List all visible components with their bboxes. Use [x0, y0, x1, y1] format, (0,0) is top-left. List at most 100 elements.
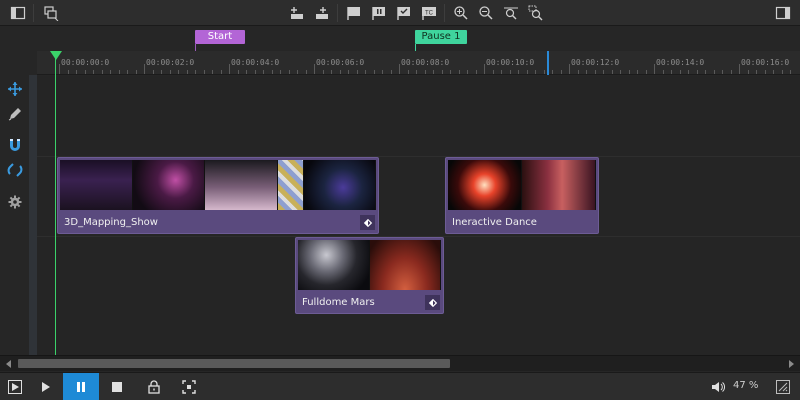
ruler-tick — [84, 70, 86, 74]
ruler-tick — [526, 70, 528, 74]
add-track-icon[interactable] — [287, 3, 307, 23]
ruler-tick — [535, 70, 536, 74]
pause-marker-icon[interactable] — [369, 3, 389, 23]
ruler-tick — [433, 70, 434, 74]
play-icon[interactable] — [33, 375, 57, 399]
ruler-tick — [518, 70, 519, 74]
ruler-tick — [560, 70, 562, 74]
ruler-tick — [271, 70, 273, 74]
link-icon[interactable] — [6, 161, 24, 179]
ruler-tick — [93, 70, 94, 74]
magnet-icon[interactable] — [6, 136, 24, 154]
resize-icon[interactable] — [771, 375, 795, 399]
ruler-tick — [169, 70, 171, 74]
thumbnail — [522, 160, 596, 210]
start-marker[interactable]: Start — [195, 30, 245, 44]
tool-strip — [0, 27, 30, 355]
play-from-start-icon[interactable] — [3, 375, 27, 399]
ruler-tick — [322, 70, 324, 74]
ruler-tick — [645, 70, 647, 74]
thumbnail — [298, 240, 370, 290]
ruler-tick — [365, 70, 366, 74]
clip-thumbnails — [448, 160, 596, 210]
ruler-tick — [552, 70, 553, 74]
thumbnail — [132, 160, 205, 210]
time-ruler[interactable]: 00:00:00:0 00:00:02:0 00:00:04:0 00:00:0… — [37, 51, 800, 75]
svg-text:TC: TC — [425, 11, 434, 17]
flag-icon[interactable] — [344, 3, 364, 23]
ruler-tick — [407, 70, 409, 74]
pause-icon[interactable] — [63, 373, 99, 400]
ruler-tick — [305, 70, 307, 74]
ruler-tick — [654, 64, 655, 74]
ruler-tick — [288, 70, 290, 74]
ruler-tick — [59, 64, 60, 74]
ruler-tick — [220, 70, 222, 74]
ruler-tick — [424, 70, 426, 74]
transport-bar: 47 % — [0, 372, 800, 400]
ruler-tick — [135, 70, 137, 74]
ruler-tick — [637, 70, 638, 74]
thumbnail — [448, 160, 522, 210]
ruler-tick — [756, 70, 757, 74]
clip-label: 3D_Mapping_Show — [64, 217, 158, 228]
horizontal-scrollbar[interactable] — [0, 355, 800, 371]
ruler-tick — [730, 70, 732, 74]
keyframe-icon[interactable] — [425, 295, 440, 310]
ruler-tick — [620, 70, 621, 74]
scroll-right-icon[interactable] — [786, 359, 796, 369]
ruler-tick — [280, 70, 281, 74]
ruler-tick — [492, 70, 494, 74]
playhead-handle[interactable] — [50, 51, 62, 60]
timecode-icon[interactable]: TC — [419, 3, 439, 23]
ruler-tick — [569, 64, 570, 74]
panel-right-icon[interactable] — [773, 3, 793, 23]
zoom-fit-icon[interactable] — [501, 3, 521, 23]
clip-thumbnails — [298, 240, 441, 290]
ruler-tick — [450, 70, 451, 74]
remove-track-icon[interactable] — [312, 3, 332, 23]
ruler-tick — [263, 70, 264, 74]
ruler-tick — [747, 70, 749, 74]
tick-label: 00:00:16:0 — [741, 58, 790, 67]
thumbnail — [60, 160, 133, 210]
ruler-tick — [739, 64, 740, 74]
zoom-selection-icon[interactable] — [526, 3, 546, 23]
ruler-tick — [416, 70, 417, 74]
volume-icon[interactable] — [706, 375, 730, 399]
ruler-tick — [671, 70, 672, 74]
panel-left-icon[interactable] — [8, 3, 28, 23]
ruler-tick — [781, 70, 783, 74]
ruler-tick — [543, 70, 545, 74]
ruler-tick — [212, 70, 213, 74]
scroll-left-icon[interactable] — [4, 359, 14, 369]
stop-icon[interactable] — [105, 375, 129, 399]
move-icon[interactable] — [6, 80, 24, 98]
ruler-tick — [713, 70, 715, 74]
keyframe-icon[interactable] — [360, 215, 375, 230]
zoom-in-icon[interactable] — [451, 3, 471, 23]
zoom-out-icon[interactable] — [476, 3, 496, 23]
playhead-line — [55, 56, 56, 355]
clip-interactive-dance[interactable]: Ineractive Dance — [445, 157, 599, 234]
pause-marker[interactable]: Pause 1 — [415, 30, 467, 44]
lock-icon[interactable] — [142, 375, 166, 399]
ruler-tick — [382, 70, 383, 74]
copy-icon[interactable] — [41, 3, 61, 23]
pencil-icon[interactable] — [6, 105, 24, 123]
ruler-tick — [390, 70, 392, 74]
ruler-tick — [790, 70, 791, 74]
fullscreen-icon[interactable] — [177, 375, 201, 399]
ruler-tick — [577, 70, 579, 74]
tick-label: 00:00:06:0 — [316, 58, 365, 67]
ruler-tick — [67, 70, 69, 74]
tick-label: 00:00:10:0 — [486, 58, 535, 67]
ruler-tick — [611, 70, 613, 74]
ruler-tick — [501, 70, 502, 74]
clip-fulldome-mars[interactable]: Fulldome Mars — [295, 237, 444, 314]
gear-icon[interactable] — [6, 193, 24, 211]
clip-3d-mapping-show[interactable]: 3D_Mapping_Show — [57, 157, 379, 234]
checkmark-flag-icon[interactable] — [394, 3, 414, 23]
scrollbar-thumb[interactable] — [18, 359, 450, 368]
ruler-tick — [348, 70, 349, 74]
